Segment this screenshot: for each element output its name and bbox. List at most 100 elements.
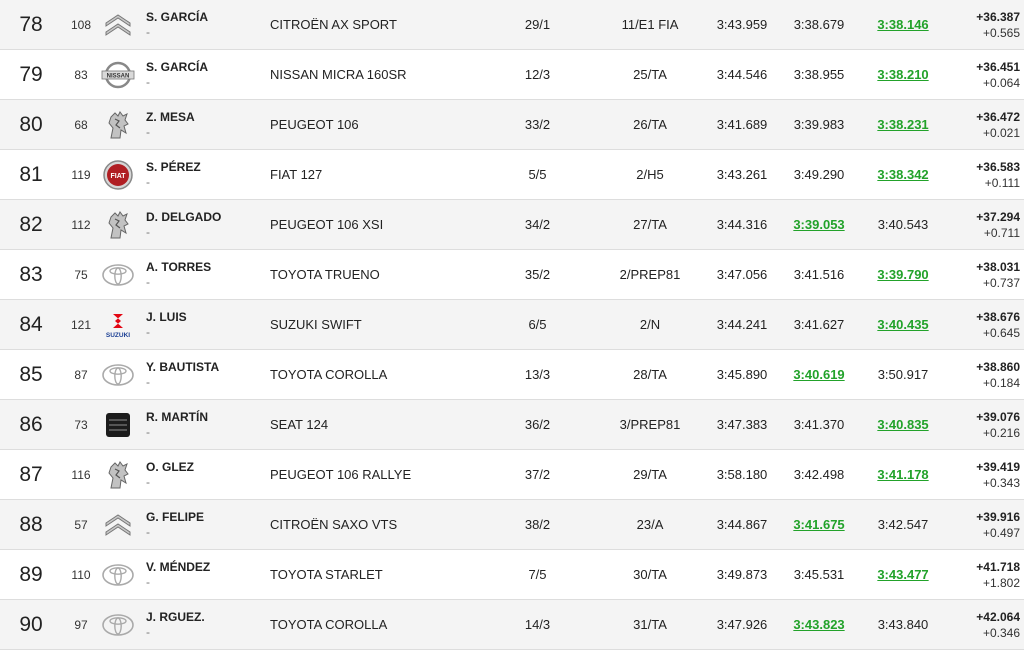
codriver-name: - [146, 374, 150, 389]
driver-name[interactable]: Y. BAUTISTA [146, 360, 219, 375]
driver-name[interactable]: D. DELGADO [146, 210, 221, 225]
time-3: 3:38.231 [877, 117, 929, 132]
peugeot-logo-icon [100, 200, 136, 249]
gap-cell: +42.064 +0.346 [950, 600, 1020, 649]
gap-cell: +38.031 +0.737 [950, 250, 1020, 299]
driver-name[interactable]: G. FELIPE [146, 510, 204, 525]
table-row[interactable]: 78 108 S. GARCÍA - CITROËN AX SPORT 29/1… [0, 0, 1024, 50]
driver-name[interactable]: J. RGUEZ. [146, 610, 205, 625]
table-row[interactable]: 82 112 D. DELGADO - PEUGEOT 106 XSI 34/2… [0, 200, 1024, 250]
toyota-logo-icon [100, 350, 136, 399]
table-row[interactable]: 88 57 G. FELIPE - CITROËN SAXO VTS 38/2 … [0, 500, 1024, 550]
car-model: CITROËN SAXO VTS [270, 517, 398, 532]
gap-to-previous: +0.184 [982, 375, 1020, 390]
gap-to-previous: +0.711 [983, 225, 1020, 240]
car-model: PEUGEOT 106 XSI [270, 217, 384, 232]
group-position: 28/TA [633, 367, 667, 382]
group-position: 29/TA [633, 467, 667, 482]
toyota-logo-icon [100, 250, 136, 299]
driver-name[interactable]: S. PÉREZ [146, 160, 201, 175]
car-model: FIAT 127 [270, 167, 323, 182]
codriver-name: - [146, 74, 150, 89]
table-row[interactable]: 87 116 O. GLEZ - PEUGEOT 106 RALLYE 37/2… [0, 450, 1024, 500]
time-2: 3:45.531 [793, 567, 845, 582]
citroen-logo-icon [100, 500, 136, 549]
car-number: 121 [70, 317, 92, 332]
peugeot-logo-icon [100, 100, 136, 149]
driver-name[interactable]: V. MÉNDEZ [146, 560, 210, 575]
position: 78 [19, 12, 43, 36]
time-2: 3:38.679 [793, 17, 845, 32]
gap-to-leader: +36.472 [976, 109, 1020, 124]
time-1: 3:41.689 [716, 117, 768, 132]
gap-to-previous: +0.645 [982, 325, 1020, 340]
time-1: 3:47.056 [716, 267, 768, 282]
table-row[interactable]: 79 83 NISSAN S. GARCÍA - NISSAN MICRA 16… [0, 50, 1024, 100]
class-position: 33/2 [524, 117, 551, 132]
position: 84 [19, 312, 43, 336]
group-position: 2/H5 [636, 167, 664, 182]
codriver-name: - [146, 524, 150, 539]
crew: S. GARCÍA - [146, 50, 264, 99]
crew: R. MARTÍN - [146, 400, 264, 449]
group-position: 27/TA [633, 217, 667, 232]
gap-cell: +39.916 +0.497 [950, 500, 1020, 549]
time-1: 3:44.867 [716, 517, 768, 532]
car-model: TOYOTA COROLLA [270, 367, 388, 382]
group-position: 25/TA [633, 67, 667, 82]
codriver-name: - [146, 324, 150, 339]
time-2: 3:38.955 [793, 67, 845, 82]
svg-text:NISSAN: NISSAN [107, 73, 130, 79]
car-number: 87 [74, 367, 88, 382]
time-2: 3:41.627 [793, 317, 845, 332]
crew: O. GLEZ - [146, 450, 264, 499]
table-row[interactable]: 90 97 J. RGUEZ. - TOYOTA COROLLA 14/3 31… [0, 600, 1024, 650]
peugeot-logo-icon [100, 450, 136, 499]
svg-text:SUZUKI: SUZUKI [106, 332, 130, 339]
time-2: 3:49.290 [793, 167, 845, 182]
table-row[interactable]: 81 119 FIAT S. PÉREZ - FIAT 127 5/5 2/H5… [0, 150, 1024, 200]
time-1: 3:47.926 [716, 617, 768, 632]
class-position: 13/3 [524, 367, 551, 382]
time-2: 3:41.516 [793, 267, 845, 282]
time-2: 3:40.619 [793, 367, 845, 382]
codriver-name: - [146, 124, 150, 139]
driver-name[interactable]: O. GLEZ [146, 460, 194, 475]
class-position: 35/2 [524, 267, 551, 282]
position: 81 [19, 162, 43, 186]
time-3: 3:38.342 [877, 167, 929, 182]
table-row[interactable]: 86 73 R. MARTÍN - SEAT 124 36/2 3/PREP81… [0, 400, 1024, 450]
crew: A. TORRES - [146, 250, 264, 299]
time-3: 3:39.790 [877, 267, 929, 282]
group-position: 31/TA [633, 617, 667, 632]
gap-to-leader: +37.294 [976, 209, 1020, 224]
table-row[interactable]: 80 68 Z. MESA - PEUGEOT 106 33/2 26/TA 3… [0, 100, 1024, 150]
position: 86 [19, 412, 43, 436]
gap-to-previous: +0.497 [982, 525, 1020, 540]
gap-cell: +41.718 +1.802 [950, 550, 1020, 599]
gap-to-previous: +0.565 [982, 25, 1020, 40]
table-row[interactable]: 89 110 V. MÉNDEZ - TOYOTA STARLET 7/5 30… [0, 550, 1024, 600]
driver-name[interactable]: A. TORRES [146, 260, 211, 275]
position: 88 [19, 512, 43, 536]
table-row[interactable]: 83 75 A. TORRES - TOYOTA TRUENO 35/2 2/P… [0, 250, 1024, 300]
driver-name[interactable]: R. MARTÍN [146, 410, 208, 425]
gap-to-leader: +39.076 [976, 409, 1020, 424]
driver-name[interactable]: S. GARCÍA [146, 60, 208, 75]
time-1: 3:44.316 [716, 217, 768, 232]
gap-to-leader: +39.419 [976, 459, 1020, 474]
car-model: SUZUKI SWIFT [270, 317, 362, 332]
driver-name[interactable]: S. GARCÍA [146, 10, 208, 25]
suzuki-logo-icon: SUZUKI [100, 300, 136, 349]
car-number: 73 [74, 417, 88, 432]
time-1: 3:49.873 [716, 567, 768, 582]
table-row[interactable]: 84 121 SUZUKI J. LUIS - SUZUKI SWIFT 6/5… [0, 300, 1024, 350]
driver-name[interactable]: Z. MESA [146, 110, 195, 125]
time-1: 3:58.180 [716, 467, 768, 482]
position: 82 [19, 212, 43, 236]
table-row[interactable]: 85 87 Y. BAUTISTA - TOYOTA COROLLA 13/3 … [0, 350, 1024, 400]
position: 87 [19, 462, 43, 486]
class-position: 6/5 [528, 317, 547, 332]
class-position: 29/1 [524, 17, 551, 32]
driver-name[interactable]: J. LUIS [146, 310, 187, 325]
